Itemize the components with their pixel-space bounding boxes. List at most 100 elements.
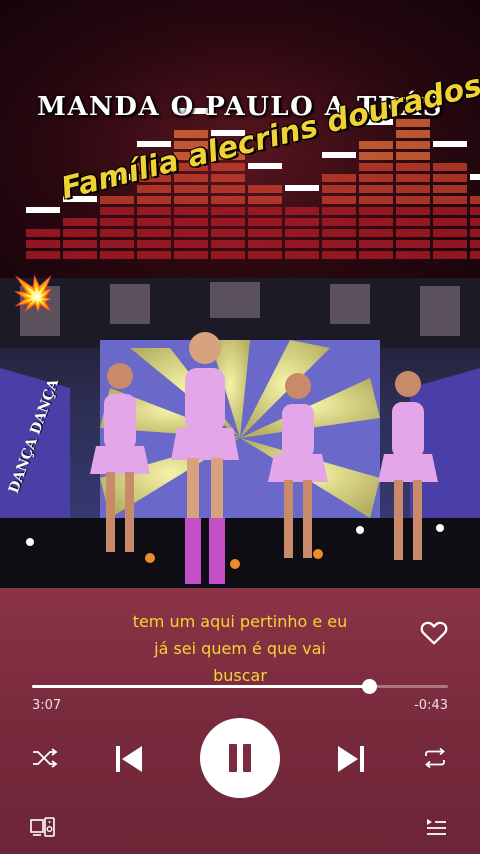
equalizer-segment <box>470 218 480 226</box>
equalizer-segment <box>285 207 319 215</box>
equalizer-peak <box>470 174 480 180</box>
equalizer-segment <box>433 240 467 248</box>
equalizer-segment <box>433 174 467 182</box>
equalizer-peak <box>26 207 60 213</box>
equalizer-segment <box>433 251 467 259</box>
equalizer-segment <box>433 207 467 215</box>
devices-icon <box>30 817 55 837</box>
equalizer-segment <box>137 251 171 259</box>
queue-icon <box>427 819 446 835</box>
equalizer-segment <box>211 207 245 215</box>
progress-fill <box>32 685 369 688</box>
equalizer-peak <box>322 152 356 158</box>
equalizer-segment <box>396 174 430 182</box>
sparkle-burst-icon: 💥 <box>12 274 55 314</box>
equalizer-segment <box>359 185 393 193</box>
equalizer-segment <box>26 240 60 248</box>
equalizer-segment <box>63 251 97 259</box>
progress-handle[interactable] <box>361 679 377 694</box>
equalizer-segment <box>396 218 430 226</box>
equalizer-segment <box>322 207 356 215</box>
equalizer-segment <box>100 251 134 259</box>
equalizer-segment <box>433 163 467 171</box>
equalizer-segment <box>285 229 319 237</box>
equalizer-segment <box>100 240 134 248</box>
equalizer-segment <box>174 229 208 237</box>
lyrics: tem um aqui pertinho e eu já sei quem é … <box>90 608 390 689</box>
progress-bar[interactable] <box>32 679 448 694</box>
equalizer-segment <box>248 196 282 204</box>
equalizer-segment <box>248 229 282 237</box>
equalizer-segment <box>248 251 282 259</box>
equalizer-segment <box>26 251 60 259</box>
equalizer-segment <box>211 251 245 259</box>
equalizer-segment <box>137 229 171 237</box>
equalizer-segment <box>359 229 393 237</box>
equalizer-segment <box>174 207 208 215</box>
repeat-icon <box>425 747 445 769</box>
equalizer-segment <box>359 251 393 259</box>
equalizer-segment <box>211 196 245 204</box>
equalizer-segment <box>359 174 393 182</box>
repeat-button[interactable] <box>420 746 450 770</box>
equalizer-segment <box>137 240 171 248</box>
like-button[interactable] <box>418 616 450 648</box>
equalizer-segment <box>137 207 171 215</box>
equalizer-segment <box>359 207 393 215</box>
equalizer-segment <box>100 229 134 237</box>
equalizer-segment <box>285 251 319 259</box>
equalizer-segment <box>470 229 480 237</box>
equalizer-segment <box>248 240 282 248</box>
shuffle-button[interactable] <box>30 746 60 770</box>
shuffle-icon <box>33 748 58 768</box>
equalizer-segment <box>396 163 430 171</box>
equalizer-segment <box>211 218 245 226</box>
equalizer-segment <box>63 218 97 226</box>
video-frame[interactable] <box>0 278 480 588</box>
equalizer-segment <box>137 218 171 226</box>
heart-outline-icon <box>420 621 448 645</box>
equalizer-segment <box>211 174 245 182</box>
pause-button[interactable] <box>200 718 280 798</box>
equalizer-segment <box>137 196 171 204</box>
equalizer-segment <box>248 218 282 226</box>
equalizer-segment <box>359 218 393 226</box>
equalizer-segment <box>470 240 480 248</box>
equalizer-segment <box>174 218 208 226</box>
equalizer-segment <box>100 196 134 204</box>
equalizer-segment <box>433 185 467 193</box>
equalizer-segment <box>359 141 393 149</box>
equalizer-segment <box>470 207 480 215</box>
equalizer-segment <box>359 240 393 248</box>
equalizer-segment <box>174 196 208 204</box>
elapsed-time: 3:07 <box>32 698 62 713</box>
equalizer-segment <box>433 229 467 237</box>
skip-previous-icon <box>116 746 142 772</box>
stage-scene <box>0 278 480 588</box>
queue-button[interactable] <box>424 816 448 838</box>
equalizer-peak <box>285 185 319 191</box>
equalizer-segment <box>359 152 393 160</box>
equalizer-segment <box>322 174 356 182</box>
previous-button[interactable] <box>112 742 146 776</box>
equalizer-segment <box>26 229 60 237</box>
equalizer-segment <box>396 185 430 193</box>
equalizer-segment <box>396 196 430 204</box>
pause-icon <box>229 744 251 772</box>
next-button[interactable] <box>334 742 368 776</box>
equalizer-segment <box>359 163 393 171</box>
equalizer-segment <box>396 130 430 138</box>
equalizer-segment <box>174 185 208 193</box>
equalizer-segment <box>285 240 319 248</box>
equalizer-segment <box>470 251 480 259</box>
skip-next-icon <box>338 746 364 772</box>
devices-button[interactable] <box>30 816 56 838</box>
equalizer-segment <box>433 196 467 204</box>
equalizer-segment <box>211 229 245 237</box>
player-panel: tem um aqui pertinho e eu já sei quem é … <box>0 588 480 854</box>
equalizer-segment <box>322 196 356 204</box>
equalizer-segment <box>63 229 97 237</box>
equalizer-segment <box>396 229 430 237</box>
equalizer-peak <box>433 141 467 147</box>
equalizer-segment <box>322 240 356 248</box>
